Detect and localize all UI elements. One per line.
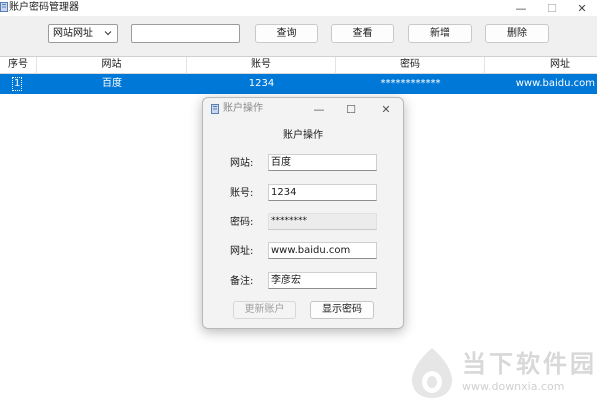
url-field[interactable]: www.baidu.com: [268, 242, 377, 259]
search-input[interactable]: [131, 24, 240, 43]
cell-password: ************: [380, 78, 441, 89]
app-icon: [0, 2, 8, 12]
main-titlebar: 账户密码管理器 — ☐ ✕: [0, 0, 597, 16]
site-field[interactable]: 百度: [268, 154, 377, 171]
note-label: 备注:: [230, 276, 254, 287]
view-button[interactable]: 查看: [331, 24, 394, 43]
search-field-value: 网站网址: [53, 28, 93, 39]
dialog-minimize-icon[interactable]: —: [311, 101, 327, 117]
password-label: 密码:: [230, 217, 254, 228]
column-header-account[interactable]: 账号: [187, 57, 336, 74]
delete-button[interactable]: 删除: [485, 24, 549, 43]
app-title: 账户密码管理器: [9, 2, 79, 13]
column-header-password[interactable]: 密码: [336, 57, 485, 74]
dialog-titlebar: 账户操作 — ☐ ✕: [203, 98, 403, 120]
chevron-down-icon: [103, 28, 113, 38]
table-header: 序号 网站 账号 密码 网址: [0, 56, 597, 74]
watermark-text: 当下软件园: [462, 350, 597, 378]
password-field[interactable]: ********: [268, 213, 377, 230]
dialog-maximize-icon[interactable]: ☐: [343, 101, 359, 117]
account-dialog: 账户操作 — ☐ ✕ 账户操作 网站: 百度 账号: 1234 密码: ****…: [202, 97, 404, 329]
dialog-app-icon: [211, 104, 219, 114]
watermark-url: www.downxia.com: [462, 380, 565, 393]
table-row[interactable]: 1 百度 1234 ************ www.baidu.com: [0, 74, 597, 94]
url-label: 网址:: [230, 246, 254, 257]
add-button[interactable]: 新增: [408, 24, 472, 43]
maximize-icon[interactable]: ☐: [537, 0, 567, 16]
column-header-site[interactable]: 网站: [37, 57, 187, 74]
close-icon[interactable]: ✕: [567, 0, 597, 16]
cell-url: www.baidu.com: [515, 78, 595, 89]
dialog-close-icon[interactable]: ✕: [378, 101, 394, 117]
minimize-icon[interactable]: —: [506, 0, 536, 16]
dialog-title: 账户操作: [223, 103, 263, 114]
search-field-select[interactable]: 网站网址: [48, 24, 118, 43]
toolbar: 网站网址 查询 查看 新增 删除: [0, 16, 597, 56]
cell-account: 1234: [248, 78, 275, 89]
show-password-button[interactable]: 显示密码: [310, 301, 374, 319]
account-label: 账号:: [230, 188, 254, 199]
watermark-logo: [408, 346, 456, 400]
column-header-url[interactable]: 网址: [485, 57, 597, 74]
dialog-heading: 账户操作: [283, 130, 323, 141]
column-header-index[interactable]: 序号: [0, 57, 37, 74]
update-account-button[interactable]: 更新账户: [233, 301, 296, 319]
cell-index: 1: [14, 78, 21, 89]
query-button[interactable]: 查询: [255, 24, 318, 43]
account-field[interactable]: 1234: [268, 184, 377, 201]
site-label: 网站:: [230, 158, 254, 169]
cell-site: 百度: [102, 78, 122, 89]
note-field[interactable]: 李彦宏: [268, 272, 377, 289]
